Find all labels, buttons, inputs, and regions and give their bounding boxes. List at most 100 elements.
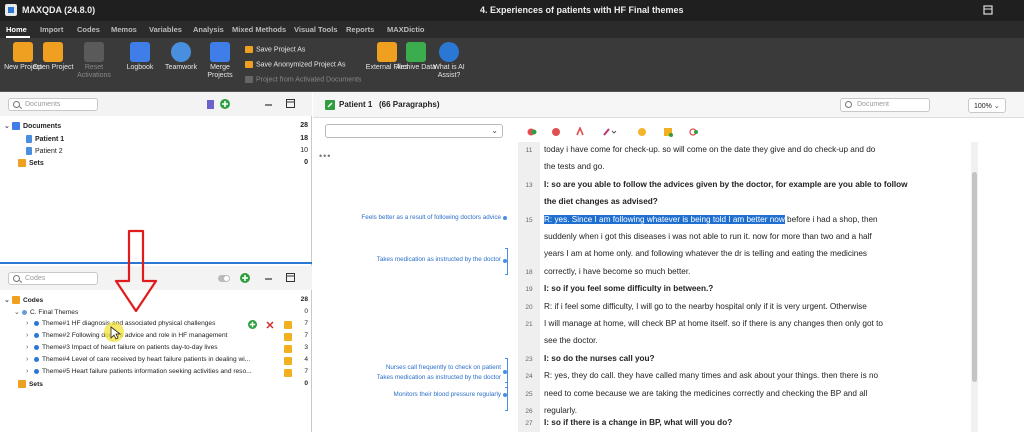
document-item-patient-1[interactable]: Patient 1 18 [26,135,308,146]
delete-code-icon[interactable] [266,321,274,329]
code-toggle-icon[interactable] [218,274,230,283]
coding-stripe-label[interactable]: Feels better as a result of following do… [361,214,501,221]
add-subcode-icon[interactable] [248,320,257,329]
expand-chevron-icon[interactable]: › [26,332,34,339]
paragraph-line[interactable]: 13 I: so are you able to follow the advic… [518,177,998,194]
memo-icon[interactable] [284,357,292,365]
code-item-theme-3[interactable]: › Theme#3 Impact of heart failure on pati… [26,344,308,355]
what-is-ai-assist-button[interactable]: What is AI Assist? [426,42,472,90]
paragraph-line[interactable]: 27 I: so if there is a change in BP, what… [518,415,998,432]
paragraph-line[interactable]: suddenly when i got this diseases i was … [518,229,998,246]
code-emoticon-icon[interactable] [551,127,561,137]
document-icon[interactable] [206,100,215,109]
code-with-color-icon[interactable] [527,127,537,137]
open-project-button[interactable]: Open Project [30,42,76,90]
code-item-theme-2[interactable]: › Theme#2 Following doctors advice and ro… [26,332,308,343]
highlighter-pen-icon[interactable] [603,127,617,137]
document-item-patient-2[interactable]: Patient 2 10 [26,147,308,158]
scrollbar-thumb[interactable] [972,172,977,382]
expand-chevron-icon[interactable]: › [26,356,34,363]
sets-folder-icon [18,159,26,167]
collapse-chevron-icon[interactable]: ⌄ [4,296,12,304]
menu-reports[interactable]: Reports [346,25,374,34]
sets-count: 0 [304,380,308,387]
add-document-icon[interactable] [220,99,230,109]
maximize-icon[interactable] [286,273,295,282]
menu-analysis[interactable]: Analysis [193,25,224,34]
memo-add-icon[interactable] [663,127,673,137]
paragraph-line[interactable]: 15 R: yes. Since I am following whatever … [518,212,998,229]
codes-search-input[interactable]: Codes [8,272,98,285]
line-text: years I am at home only. and following w… [544,249,867,259]
paragraph-line[interactable]: the tests and go. [518,159,998,176]
line-text: see the doctor. [544,336,598,346]
collapse-chevron-icon[interactable]: ⌄ [4,122,12,130]
edit-icon[interactable] [325,100,335,110]
zoom-select[interactable]: 100% ⌄ [968,98,1006,113]
code-selector-dropdown[interactable]: ⌄ [325,124,503,138]
code-label: Theme#5 Heart failure patients informati… [42,368,252,375]
code-item-theme-5[interactable]: › Theme#5 Heart failure patients informat… [26,368,308,379]
line-text: R: yes. Since I am following whatever is… [544,214,878,224]
paragraph-line[interactable]: 20 R: if i feel some difficulty, I will g… [518,299,998,316]
menu-mixed-methods[interactable]: Mixed Methods [232,25,286,34]
coding-stripe-label[interactable]: Monitors their blood pressure regularly [394,391,501,398]
minimize-icon[interactable] [264,274,273,283]
collapse-chevron-icon[interactable]: ⌄ [14,308,22,316]
paragraph-line[interactable]: 21 I will manage at home, will check BP a… [518,316,998,333]
dropdown-chevron-icon: ⌄ [491,126,498,135]
layout-icon[interactable] [983,5,993,15]
menu-maxdictio[interactable]: MAXDictio [387,25,425,34]
menu-home[interactable]: Home [6,25,27,34]
menu-import[interactable]: Import [40,25,63,34]
project-from-activated-button[interactable]: Project from Activated Documents [245,76,361,86]
expand-chevron-icon[interactable]: › [26,368,34,375]
emoticode-icon[interactable] [637,127,647,137]
code-item-theme-4[interactable]: › Theme#4 Level of care received by heart… [26,356,308,367]
memo-icon[interactable] [284,321,292,329]
paragraph-line[interactable]: see the doctor. [518,333,998,350]
reset-activations-button[interactable]: Reset Activations [71,42,117,90]
project-from-activated-icon [245,76,253,83]
save-anonymized-button[interactable]: Save Anonymized Project As [245,61,346,71]
paragraph-line[interactable]: 23 I: so do the nurses call you? [518,351,998,368]
save-project-as-button[interactable]: Save Project As [245,46,305,56]
paragraph-line[interactable]: 25 need to come because we are taking the… [518,386,998,403]
paragraph-line[interactable]: 19 I: so if you feel some difficulty in b… [518,281,998,298]
paragraph-line[interactable]: the diet changes as advised? [518,194,998,211]
paragraph-line[interactable]: 24 R: yes, they do call. they have called… [518,368,998,385]
merge-projects-button[interactable]: Merge Projects [197,42,243,90]
vertical-scrollbar[interactable] [971,142,978,432]
minimize-icon[interactable] [264,100,273,109]
coding-stripe-label[interactable]: Takes medication as instructed by the do… [377,256,501,263]
memo-icon[interactable] [284,369,292,377]
coding-stripe-label[interactable]: Nurses call frequently to check on patie… [386,364,501,371]
add-code-icon[interactable] [240,273,250,283]
coding-stripe-label[interactable]: Takes medication as instructed by the do… [377,374,501,381]
code-group-final-themes[interactable]: ⌄ C. Final Themes 0 [14,308,308,319]
menu-codes[interactable]: Codes [77,25,100,34]
selected-text[interactable]: R: yes. Since I am following whatever is… [544,214,785,224]
expand-chevron-icon[interactable]: › [26,344,34,351]
link-icon[interactable] [689,127,699,137]
line-number: 26 [525,408,533,415]
documents-search-input[interactable]: Documents [8,98,98,111]
paragraph-line[interactable]: 18 correctly, i have become so much bette… [518,264,998,281]
memo-icon[interactable] [284,345,292,353]
menu-variables[interactable]: Variables [149,25,182,34]
documents-root[interactable]: ⌄ Documents 28 [4,122,308,133]
menu-memos[interactable]: Memos [111,25,137,34]
document-sets[interactable]: Sets 0 [18,159,308,170]
memo-icon[interactable] [284,333,292,341]
code-sets[interactable]: Sets 0 [18,380,308,391]
maximize-icon[interactable] [286,99,295,108]
document-search-input[interactable]: Document [840,98,930,112]
expand-chevron-icon[interactable]: › [26,320,34,327]
code-item-theme-1[interactable]: › Theme#1 HF diagnosis and associated phy… [26,320,308,331]
paragraph-line[interactable]: years I am at home only. and following w… [518,246,998,263]
menu-visual-tools[interactable]: Visual Tools [294,25,337,34]
paragraph-line[interactable]: 11 today i have come for check-up. so wil… [518,142,998,159]
highlight-icon[interactable] [575,127,585,137]
sets-label: Sets [29,159,44,167]
logbook-button[interactable]: Logbook [117,42,163,90]
